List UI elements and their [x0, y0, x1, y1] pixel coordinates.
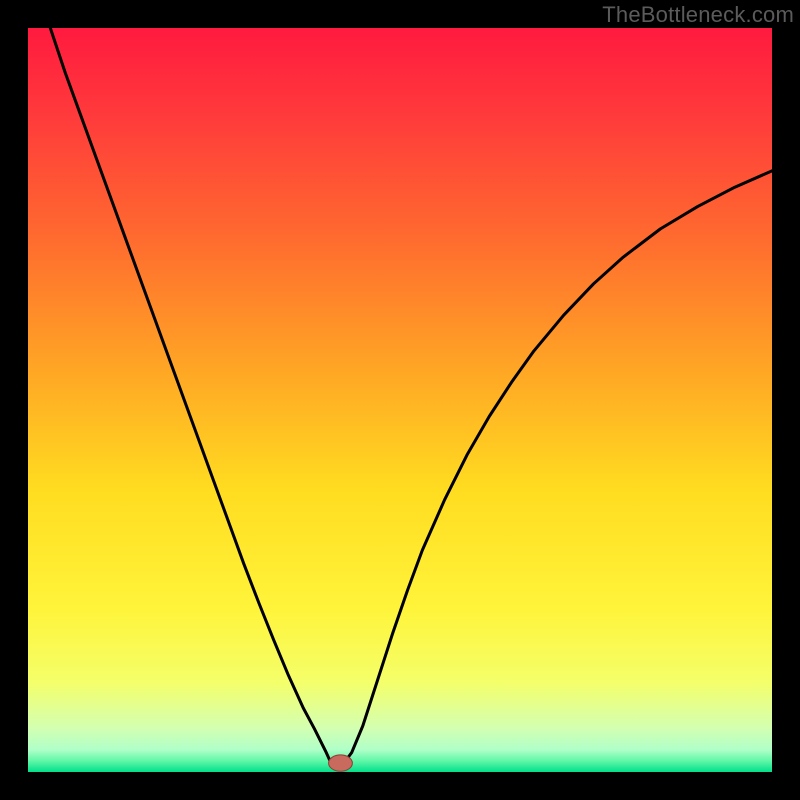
watermark-text: TheBottleneck.com [602, 2, 794, 28]
gradient-background [28, 28, 772, 772]
plot-area [28, 28, 772, 772]
chart-svg [28, 28, 772, 772]
minimum-marker [329, 755, 353, 771]
chart-frame: TheBottleneck.com [0, 0, 800, 800]
